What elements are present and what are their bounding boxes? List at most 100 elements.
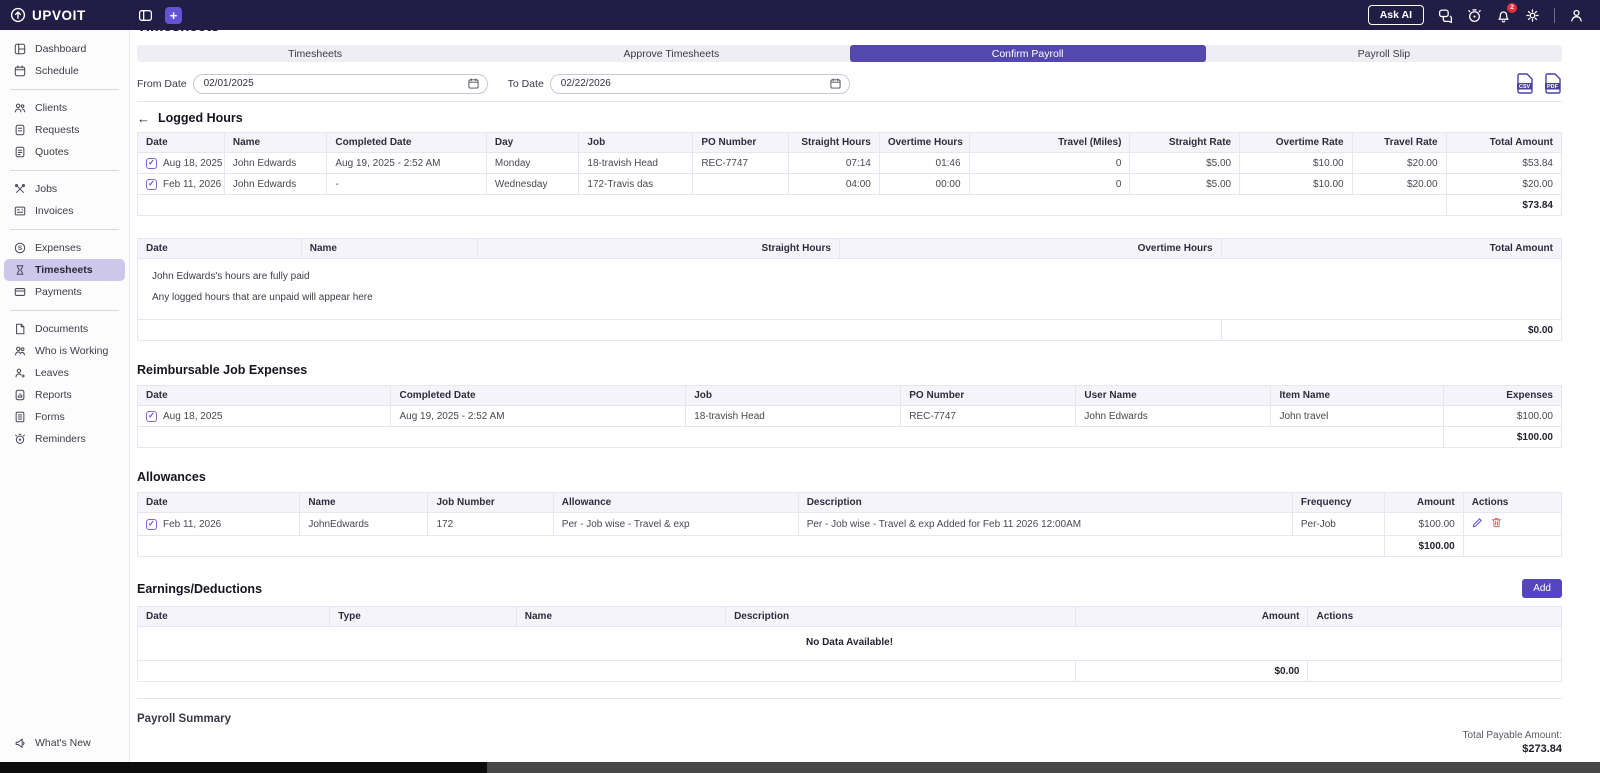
tab-timesheets[interactable]: Timesheets — [137, 45, 493, 62]
back-arrow-icon[interactable]: ← — [137, 112, 150, 125]
jobs-icon — [15, 184, 25, 193]
from-date-label: From Date — [137, 77, 187, 90]
timesheets-icon — [16, 265, 24, 275]
sidebar-item-jobs[interactable]: Jobs — [4, 178, 125, 200]
reminder-timer-icon[interactable] — [1467, 8, 1482, 23]
unpaid-hint-message: Any logged hours that are unpaid will ap… — [152, 292, 373, 303]
horizontal-scrollbar-thumb[interactable] — [487, 762, 1600, 773]
column-header: Type — [329, 606, 517, 627]
tab-payroll-slip[interactable]: Payroll Slip — [1206, 45, 1562, 62]
reimbursable-table: Date Completed Date Job PO Number User N… — [136, 385, 1563, 448]
sidebar-item-label: Reports — [35, 389, 72, 401]
sidebar-item-payments[interactable]: Payments — [4, 281, 125, 303]
sidebar-divider — [10, 229, 119, 230]
sidebar-item-schedule[interactable]: Schedule — [4, 60, 125, 82]
tab-approve-timesheets[interactable]: Approve Timesheets — [493, 45, 849, 62]
sidebar-item-who-is-working[interactable]: Who is Working — [4, 340, 125, 362]
notifications-bell-icon[interactable]: 2 — [1496, 2, 1517, 23]
sidebar-item-clients[interactable]: Clients — [4, 97, 125, 119]
column-header: Day — [485, 132, 580, 153]
sidebar-item-label: Who is Working — [35, 345, 109, 357]
total-payable-value: $273.84 — [1522, 743, 1562, 755]
chat-icon[interactable] — [1438, 8, 1453, 23]
export-csv-icon[interactable]: CSV — [1516, 73, 1534, 94]
sidebar-item-requests[interactable]: Requests — [4, 119, 125, 141]
logged-hours-total: $73.84 — [1445, 194, 1563, 216]
table-row: Feb 11, 2026 John Edwards - Wednesday 17… — [137, 173, 1563, 195]
column-header: Straight Hours — [477, 238, 840, 259]
column-header: User Name — [1075, 385, 1272, 406]
divider — [137, 101, 1562, 102]
documents-icon — [16, 323, 25, 335]
from-date-input[interactable] — [192, 73, 488, 94]
sidebar-item-timesheets[interactable]: Timesheets — [4, 259, 125, 281]
logo-text: UPVOIT — [32, 7, 86, 23]
calendar-icon[interactable] — [830, 78, 841, 89]
table-row: Aug 18, 2025 Aug 19, 2025 - 2:52 AM 18-t… — [136, 405, 1563, 427]
logged-hours-title: Logged Hours — [158, 111, 243, 125]
total-payable-label: Total Payable Amount: — [1462, 730, 1562, 741]
column-header: Straight Rate — [1129, 132, 1241, 153]
column-header: Overtime Rate — [1239, 132, 1353, 153]
column-header: Date — [136, 492, 301, 513]
expenses-icon: S — [14, 242, 26, 254]
app-logo[interactable]: UPVOIT — [0, 7, 130, 23]
sidebar-item-reminders[interactable]: Reminders — [4, 428, 125, 450]
quick-add-button[interactable]: + — [165, 6, 182, 24]
payroll-tabs: Timesheets Approve Timesheets Confirm Pa… — [137, 45, 1562, 62]
sidebar-item-dashboard[interactable]: Dashboard — [4, 38, 125, 60]
svg-text:S: S — [18, 245, 23, 252]
column-header: Description — [725, 606, 1077, 627]
row-checkbox[interactable] — [146, 518, 157, 530]
column-header: Date — [137, 132, 225, 153]
sidebar-item-forms[interactable]: Forms — [4, 406, 125, 428]
add-earning-button[interactable]: Add — [1522, 579, 1562, 598]
whats-new-megaphone-icon — [15, 738, 25, 748]
sidebar-divider — [10, 310, 119, 311]
sidebar-item-quotes[interactable]: Quotes — [4, 141, 125, 163]
clients-icon — [14, 103, 26, 113]
column-header: Completed Date — [326, 132, 487, 153]
edit-pencil-icon[interactable] — [1472, 517, 1483, 528]
dashboard-icon — [14, 43, 26, 55]
horizontal-scrollbar — [0, 762, 1600, 773]
settings-gear-icon[interactable] — [1525, 8, 1540, 23]
column-header: Date — [136, 385, 392, 406]
column-header: Name — [299, 492, 429, 513]
sidebar-item-documents[interactable]: Documents — [4, 318, 125, 340]
earnings-total: $0.00 — [1075, 660, 1309, 682]
to-date-input[interactable] — [549, 73, 850, 94]
row-checkbox[interactable] — [146, 178, 157, 190]
sidebar-item-expenses[interactable]: S Expenses — [4, 237, 125, 259]
requests-icon — [15, 124, 25, 136]
reports-icon — [15, 389, 25, 401]
sidebar-toggle-icon[interactable] — [138, 8, 153, 23]
column-header: PO Number — [900, 385, 1077, 406]
upvoit-logo-icon — [10, 7, 26, 23]
calendar-icon[interactable] — [468, 78, 479, 89]
topbar-divider — [1554, 7, 1555, 23]
row-checkbox[interactable] — [146, 410, 157, 422]
export-pdf-icon[interactable]: PDF — [1544, 73, 1562, 94]
user-profile-icon[interactable] — [1569, 8, 1584, 23]
delete-trash-icon[interactable] — [1491, 517, 1502, 528]
empty-state-row: No Data Available! — [137, 626, 1562, 661]
sidebar-item-whats-new[interactable]: What's New — [4, 732, 125, 754]
quotes-icon — [15, 146, 25, 158]
column-header: Name — [300, 238, 479, 259]
unpaid-hours-table: Date Name Straight Hours Overtime Hours … — [137, 238, 1563, 341]
sidebar-item-leaves[interactable]: Leaves — [4, 362, 125, 384]
sidebar-item-reports[interactable]: Reports — [4, 384, 125, 406]
row-checkbox[interactable] — [146, 157, 157, 169]
sidebar-item-label: Quotes — [35, 146, 69, 158]
tab-confirm-payroll[interactable]: Confirm Payroll — [849, 45, 1206, 62]
sidebar-divider — [10, 89, 119, 90]
sidebar: Dashboard Schedule Clients Requests Quot… — [0, 30, 130, 762]
table-total-row: $100.00 — [136, 535, 1563, 557]
allowances-total: $100.00 — [1384, 535, 1464, 557]
table-total-row: $0.00 — [136, 660, 1562, 682]
sidebar-item-invoices[interactable]: Invoices — [4, 200, 125, 222]
unpaid-hours-total: $0.00 — [1220, 319, 1563, 341]
sidebar-item-label: Schedule — [35, 65, 79, 77]
ask-ai-button[interactable]: Ask AI — [1367, 5, 1424, 25]
